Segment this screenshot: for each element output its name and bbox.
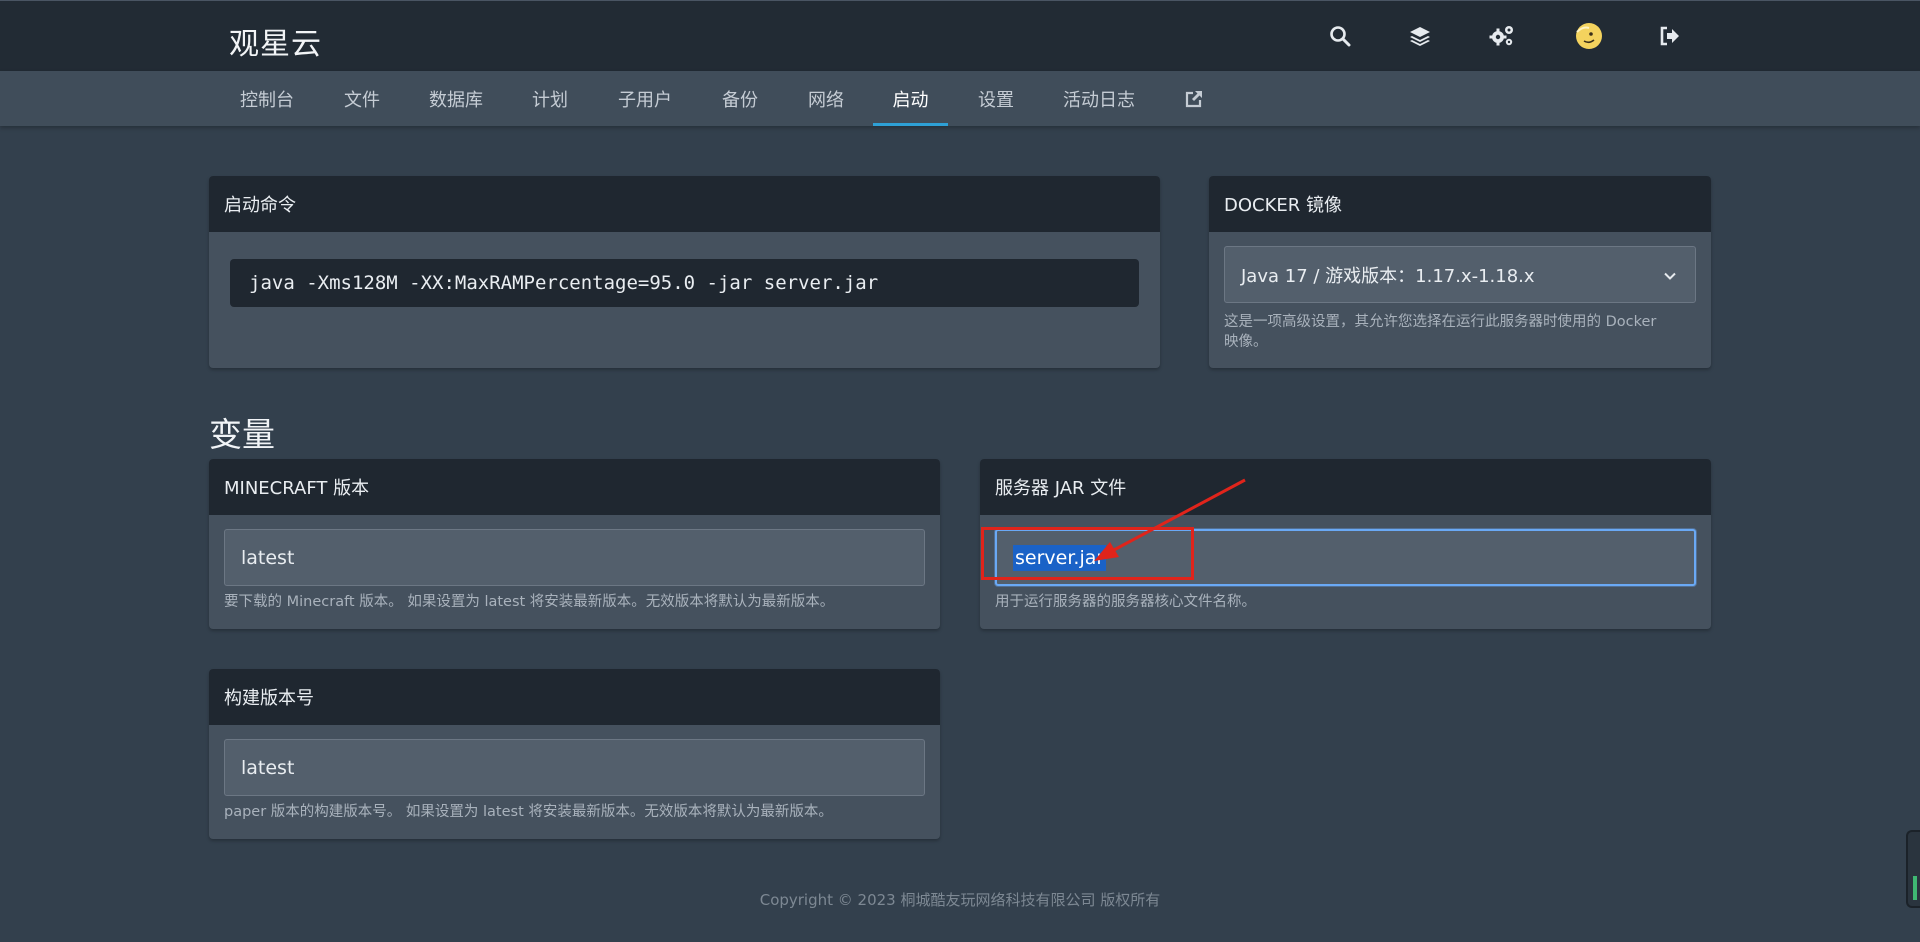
startup-command-card: 启动命令 java -Xms128M -XX:MaxRAMPercentage=…	[209, 176, 1160, 368]
tab-schedules[interactable]: 计划	[521, 71, 579, 126]
minecraft-version-input[interactable]: latest	[224, 529, 925, 586]
tab-network[interactable]: 网络	[797, 71, 855, 126]
tab-settings[interactable]: 设置	[968, 71, 1024, 126]
edge-widget-indicator	[1913, 876, 1917, 900]
docker-image-selected: Java 17 / 游戏版本：1.17.x-1.18.x	[1241, 265, 1535, 287]
build-number-input[interactable]: latest	[224, 739, 925, 796]
build-number-value: latest	[241, 756, 295, 779]
cogs-icon[interactable]	[1489, 23, 1515, 49]
docker-image-card: DOCKER 镜像 Java 17 / 游戏版本：1.17.x-1.18.x 这…	[1209, 176, 1711, 368]
tab-console[interactable]: 控制台	[232, 71, 302, 126]
edge-widget[interactable]	[1906, 830, 1920, 908]
top-bar: 观星云	[0, 0, 1920, 71]
docker-image-title: DOCKER 镜像	[1209, 176, 1711, 232]
variables-heading: 变量	[209, 415, 275, 454]
minecraft-version-value: latest	[241, 546, 295, 569]
docker-image-help: 这是一项高级设置，其允许您选择在运行此服务器时使用的 Docker 映像。	[1224, 314, 1657, 350]
tab-startup[interactable]: 启动	[873, 71, 948, 126]
server-jar-title: 服务器 JAR 文件	[980, 459, 1711, 515]
minecraft-version-title: MINECRAFT 版本	[209, 459, 940, 515]
docker-image-select[interactable]: Java 17 / 游戏版本：1.17.x-1.18.x	[1224, 246, 1696, 303]
build-number-title: 构建版本号	[209, 669, 940, 725]
avatar[interactable]	[1574, 21, 1604, 51]
tab-backups[interactable]: 备份	[711, 71, 769, 126]
tab-activity-log[interactable]: 活动日志	[1055, 71, 1143, 126]
tab-subusers[interactable]: 子用户	[605, 71, 685, 126]
startup-command-title: 启动命令	[209, 176, 1160, 232]
top-icons	[0, 1, 1920, 72]
tab-databases[interactable]: 数据库	[418, 71, 494, 126]
build-number-help: paper 版本的构建版本号。 如果设置为 latest 将安装最新版本。无效版…	[224, 804, 833, 820]
minecraft-version-help: 要下载的 Minecraft 版本。 如果设置为 latest 将安装最新版本。…	[224, 594, 835, 610]
annotation-highlight-box	[981, 527, 1194, 580]
sign-out-icon[interactable]	[1657, 23, 1683, 49]
layers-icon[interactable]	[1407, 23, 1433, 49]
startup-command-value: java -Xms128M -XX:MaxRAMPercentage=95.0 …	[230, 259, 1139, 307]
build-number-card: 构建版本号 latest paper 版本的构建版本号。 如果设置为 lates…	[209, 669, 940, 839]
minecraft-version-card: MINECRAFT 版本 latest 要下载的 Minecraft 版本。 如…	[209, 459, 940, 629]
footer-copyright: Copyright © 2023 桐城酷友玩网络科技有限公司 版权所有	[759, 891, 1161, 909]
search-icon[interactable]	[1327, 23, 1353, 49]
tab-files[interactable]: 文件	[334, 71, 390, 126]
server-jar-help: 用于运行服务器的服务器核心文件名称。	[995, 594, 1256, 610]
external-link-icon[interactable]	[1180, 71, 1208, 126]
section-nav: 控制台 文件 数据库 计划 子用户 备份 网络 启动 设置 活动日志	[0, 71, 1920, 126]
chevron-down-icon	[1663, 267, 1677, 288]
